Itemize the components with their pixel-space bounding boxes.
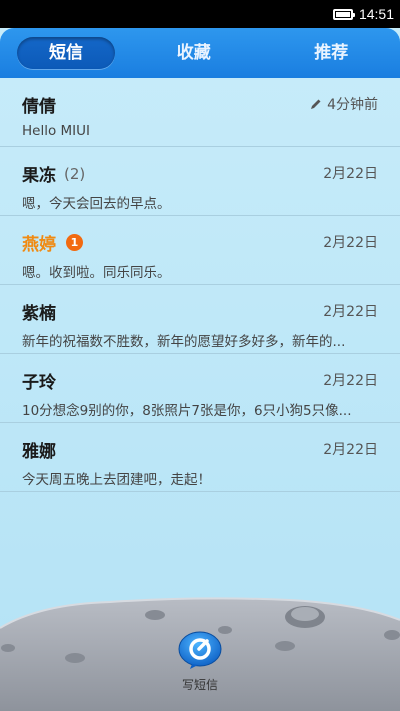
message-preview: 10分想念9别的你，8张照片7张是你，6只小狗5只像... <box>22 403 352 419</box>
message-row-ziling[interactable]: 子玲 10分想念9别的你，8张照片7张是你，6只小狗5只像... 2月22日 <box>0 354 400 423</box>
status-bar: 14:51 <box>0 0 400 28</box>
tab-messages[interactable]: 短信 <box>17 37 115 69</box>
message-date: 2月22日 <box>323 304 378 320</box>
message-date: 2月22日 <box>323 235 378 251</box>
message-preview: 今天周五晚上去团建吧，走起！ <box>22 472 211 488</box>
compose-icon <box>178 631 222 669</box>
message-preview: 嗯，今天会回去的早点。 <box>22 196 171 212</box>
pencil-icon <box>311 99 321 109</box>
message-date: 4分钟前 <box>327 97 378 113</box>
message-list: 倩倩 Hello MIUI 4分钟前 果冻 (2) 嗯，今天会回去的早点。 2月… <box>0 78 400 492</box>
compose-button[interactable]: 写短信 <box>175 630 225 693</box>
compose-label: 写短信 <box>181 678 218 692</box>
message-row-guodong[interactable]: 果冻 (2) 嗯，今天会回去的早点。 2月22日 <box>0 147 400 216</box>
message-date: 2月22日 <box>323 166 378 182</box>
message-date: 2月22日 <box>323 373 378 389</box>
contact-name: 倩倩 <box>22 97 56 117</box>
unread-badge: 1 <box>66 234 83 251</box>
contact-name: 果冻 <box>22 166 56 186</box>
message-preview: 新年的祝福数不胜数，新年的愿望好多好多，新年的... <box>22 334 346 350</box>
message-preview: Hello MIUI <box>22 123 91 139</box>
message-preview: 嗯。收到啦。同乐同乐。 <box>22 265 171 281</box>
battery-icon <box>332 8 355 20</box>
message-row-qianqian[interactable]: 倩倩 Hello MIUI 4分钟前 <box>0 78 400 147</box>
contact-name: 燕婷 <box>22 235 56 255</box>
status-time: 14:51 <box>358 6 394 22</box>
message-row-yana[interactable]: 雅娜 今天周五晚上去团建吧，走起！ 2月22日 <box>0 423 400 492</box>
message-count: (2) <box>64 164 86 183</box>
contact-name: 子玲 <box>22 373 56 393</box>
tab-bar: 短信 收藏 推荐 <box>0 28 400 78</box>
message-row-yanting[interactable]: 燕婷 1 嗯。收到啦。同乐同乐。 2月22日 <box>0 216 400 285</box>
contact-name: 紫楠 <box>22 304 56 324</box>
message-date: 2月22日 <box>323 442 378 458</box>
tab-recommended[interactable]: 推荐 <box>263 37 400 69</box>
contact-name: 雅娜 <box>22 442 56 462</box>
message-row-zinan[interactable]: 紫楠 新年的祝福数不胜数，新年的愿望好多好多，新年的... 2月22日 <box>0 285 400 354</box>
tab-favorites[interactable]: 收藏 <box>125 37 263 69</box>
